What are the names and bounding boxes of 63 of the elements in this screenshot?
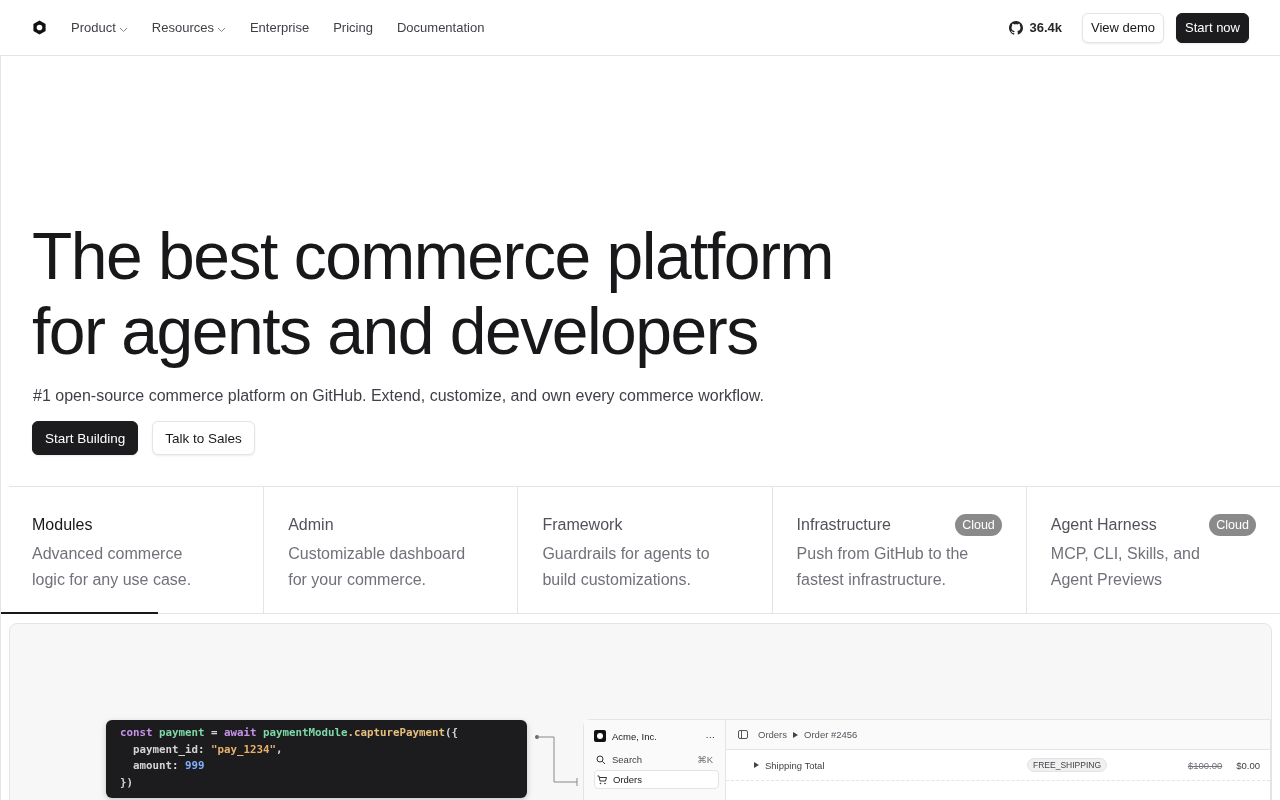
code-token: const bbox=[120, 726, 154, 739]
tab-description: Customizable dashboard for your commerce. bbox=[288, 544, 467, 590]
tab-title: Framework bbox=[542, 516, 623, 534]
nav-link[interactable]: Documentation bbox=[396, 20, 485, 35]
code-token: amount: bbox=[132, 759, 180, 772]
nav-link[interactable]: Enterprise bbox=[249, 20, 310, 35]
shortcut-hint: ⌘K bbox=[697, 754, 713, 765]
feature-tab[interactable]: Infrastructure Cloud Push from GitHub to the fastest infrastructure. bbox=[771, 487, 1026, 613]
view-demo-button[interactable]: View demo bbox=[1082, 12, 1165, 43]
hero-heading: The best commerce platform bbox=[32, 219, 834, 294]
tab-title: Agent Harness bbox=[1050, 516, 1157, 534]
tab-description: Guardrails for agents to build customizations. bbox=[542, 544, 711, 590]
tab-description: Advanced commerce logic for any use case. bbox=[32, 544, 193, 590]
star-count: 36.4k bbox=[1029, 20, 1062, 35]
code-token: paymentModule bbox=[263, 726, 348, 739]
hero-heading: for agents and developers bbox=[32, 294, 759, 369]
expand-arrow-icon[interactable] bbox=[754, 762, 759, 768]
code-token: }) bbox=[120, 775, 133, 789]
nav-link[interactable]: Pricing bbox=[333, 20, 373, 35]
promo-tag: FREE_SHIPPING bbox=[1027, 758, 1108, 772]
cloud-badge: Cloud bbox=[1209, 514, 1256, 536]
search-link[interactable]: Search bbox=[612, 754, 643, 765]
row-label: Shipping Total bbox=[765, 759, 826, 771]
tab-title: Admin bbox=[288, 516, 334, 534]
code-token: = bbox=[211, 726, 219, 739]
tab-title: Infrastructure bbox=[796, 516, 891, 534]
nav-link[interactable]: Product bbox=[71, 20, 128, 35]
cart-icon bbox=[597, 774, 607, 785]
price: $0.00 bbox=[1236, 759, 1260, 771]
breadcrumb-arrow-icon bbox=[793, 731, 799, 738]
hero-subtitle: #1 open-source commerce platform on GitHub. Extend, customize, and own every commerce workflow. bbox=[33, 387, 765, 405]
code-token: "pay_1234" bbox=[211, 742, 277, 756]
code-token: payment bbox=[159, 726, 206, 739]
tab-title: Modules bbox=[32, 516, 93, 534]
connector-line bbox=[534, 734, 578, 786]
code-token: await bbox=[224, 726, 258, 739]
store-name: Acme, Inc. bbox=[612, 730, 657, 742]
feature-tab[interactable]: Modules Advanced commerce logic for any use case. bbox=[1, 487, 264, 613]
original-price: $100.00 bbox=[1187, 759, 1223, 771]
tab-description: Push from GitHub to the fastest infrastructure. bbox=[796, 544, 970, 590]
sidebar-item[interactable]: Orders bbox=[594, 770, 719, 789]
code-token: .capturePayment bbox=[347, 726, 446, 739]
start-now-button[interactable]: Start now bbox=[1176, 12, 1249, 43]
talk-to-sales-button[interactable]: Talk to Sales bbox=[152, 421, 255, 455]
logo-icon[interactable] bbox=[32, 20, 47, 35]
sidebar-toggle-icon[interactable] bbox=[738, 730, 748, 739]
code-token: ({ bbox=[445, 726, 459, 739]
github-icon[interactable] bbox=[1009, 20, 1024, 35]
feature-tab[interactable]: Framework Guardrails for agents to build customizations. bbox=[517, 487, 772, 613]
search-icon bbox=[596, 754, 606, 765]
cloud-badge: Cloud bbox=[955, 514, 1002, 536]
code-token: 999 bbox=[185, 759, 205, 772]
store-icon bbox=[594, 730, 606, 742]
nav-link[interactable]: Resources bbox=[151, 20, 226, 35]
feature-tab[interactable]: Agent Harness Cloud MCP, CLI, Skills, and Agent Previews bbox=[1025, 487, 1280, 613]
code-token: , bbox=[276, 742, 283, 756]
feature-tab[interactable]: Admin Customizable dashboard for your commerce. bbox=[263, 487, 518, 613]
tab-description: MCP, CLI, Skills, and Agent Previews bbox=[1050, 544, 1201, 590]
start-building-button[interactable]: Start Building bbox=[32, 421, 139, 455]
code-token: payment_id: bbox=[132, 742, 206, 756]
breadcrumb-link[interactable]: Order #2456 bbox=[804, 729, 858, 740]
more-icon[interactable]: ··· bbox=[705, 730, 715, 742]
breadcrumb-link[interactable]: Orders bbox=[758, 729, 788, 740]
